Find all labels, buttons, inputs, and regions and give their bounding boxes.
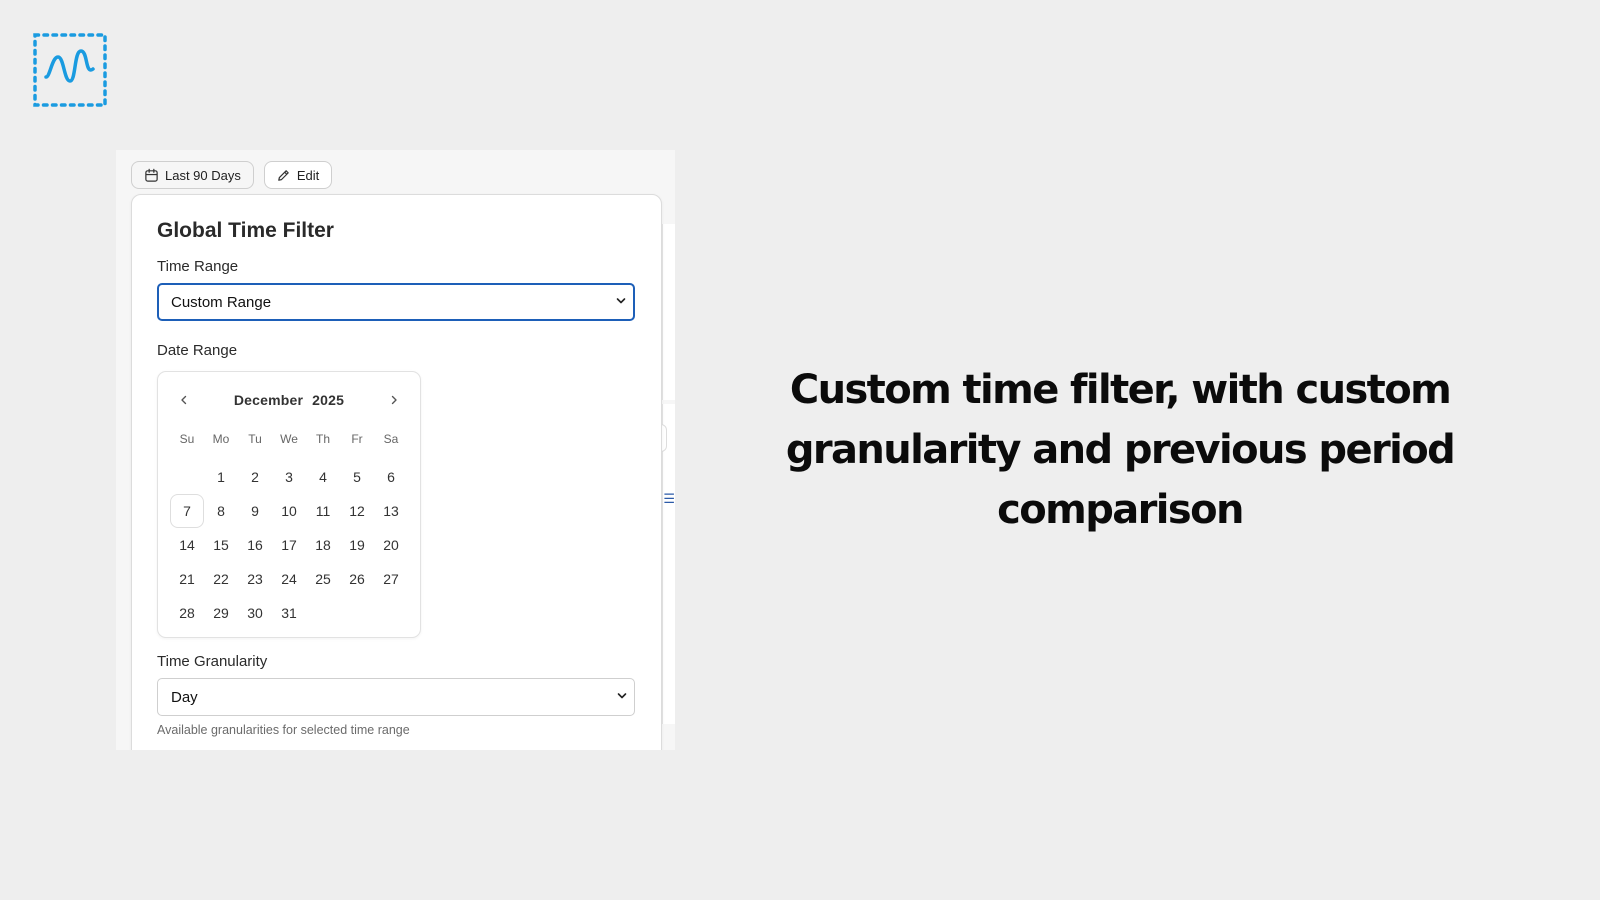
menu-lines-icon: ☰ — [663, 492, 675, 507]
time-range-label: Time Range — [157, 258, 239, 275]
calendar-day[interactable]: 30 — [238, 596, 272, 630]
headline-line: comparison — [997, 487, 1244, 533]
weekday-header: Fr — [351, 432, 363, 446]
calendar-day[interactable]: 10 — [272, 494, 306, 528]
time-granularity-label: Time Granularity — [157, 653, 268, 670]
calendar-day[interactable]: 11 — [306, 494, 340, 528]
weekday-header: Mo — [212, 432, 230, 446]
weekday-header: Tu — [248, 432, 262, 446]
global-time-filter-panel: Global Time Filter Time Range Custom Ran… — [131, 194, 662, 750]
calendar-day[interactable]: 28 — [170, 596, 204, 630]
calendar-day[interactable]: 19 — [340, 528, 374, 562]
calendar-day[interactable]: 24 — [272, 562, 306, 596]
calendar-day[interactable]: 14 — [170, 528, 204, 562]
calendar-day-today[interactable]: 7 — [170, 494, 204, 528]
time-granularity-select[interactable]: Day — [157, 678, 635, 716]
calendar-day[interactable]: 9 — [238, 494, 272, 528]
date-range-label: Date Range — [157, 342, 238, 359]
calendar-grid: Su Mo Tu We Th Fr Sa 1 2 3 4 5 6 7 8 9 10 11 12 13 14 15 16 17 1… — [170, 428, 408, 630]
calendar-day[interactable]: 17 — [272, 528, 306, 562]
calendar-icon — [144, 168, 159, 183]
next-month-button[interactable] — [384, 390, 404, 410]
filter-toolbar: Last 90 Days Edit — [131, 161, 333, 189]
headline: Custom time filter, with custom granular… — [780, 360, 1460, 540]
time-range-button-label: Last 90 Days — [165, 167, 241, 183]
calendar-day[interactable]: 25 — [306, 562, 340, 596]
chevron-down-icon — [616, 689, 628, 706]
calendar-header: December 2025 — [158, 390, 420, 410]
calendar-day[interactable]: 23 — [238, 562, 272, 596]
edit-button-label: Edit — [296, 167, 320, 183]
calendar-day[interactable]: 29 — [204, 596, 238, 630]
time-range-button[interactable]: Last 90 Days — [131, 161, 254, 189]
calendar-year: 2025 — [312, 392, 345, 408]
calendar-day[interactable]: 12 — [340, 494, 374, 528]
calendar-month-year: December 2025 — [158, 392, 420, 408]
calendar-day[interactable]: 18 — [306, 528, 340, 562]
calendar-day[interactable]: 2 — [238, 460, 272, 494]
chevron-right-icon — [391, 395, 397, 405]
calendar-day[interactable]: 4 — [306, 460, 340, 494]
edit-button[interactable]: Edit — [263, 161, 333, 189]
time-range-select[interactable]: Custom Range — [157, 283, 635, 321]
calendar-day[interactable]: 21 — [170, 562, 204, 596]
chevron-down-icon — [615, 294, 627, 311]
headline-line: Custom time filter, with custom — [789, 367, 1452, 413]
background-panel — [662, 224, 675, 400]
weekday-header: Th — [315, 432, 330, 446]
weekday-header: Su — [179, 432, 195, 446]
calendar-day[interactable]: 27 — [374, 562, 408, 596]
calendar-day[interactable]: 16 — [238, 528, 272, 562]
calendar-day[interactable]: 20 — [374, 528, 408, 562]
time-granularity-value: Day — [171, 688, 198, 706]
calendar-day[interactable]: 3 — [272, 460, 306, 494]
background-panel — [662, 404, 675, 724]
calendar-day[interactable]: 5 — [340, 460, 374, 494]
granularity-hint: Available granularities for selected tim… — [157, 723, 410, 737]
date-range-calendar: December 2025 Su Mo Tu We Th Fr Sa 1 2 3 4 5 6 7 8 9 10 11… — [157, 371, 421, 638]
calendar-day[interactable]: 31 — [272, 596, 306, 630]
calendar-month: December — [233, 392, 304, 408]
calendar-day[interactable]: 15 — [204, 528, 238, 562]
calendar-day[interactable]: 13 — [374, 494, 408, 528]
headline-line: granularity and previous period — [785, 427, 1456, 473]
calendar-day[interactable]: 26 — [340, 562, 374, 596]
calendar-day[interactable]: 8 — [204, 494, 238, 528]
pencil-icon — [276, 168, 291, 183]
app-screenshot: ☰ Last 90 Days Edit Global Time Filter T… — [116, 150, 675, 750]
weekday-header: Sa — [383, 432, 399, 446]
calendar-empty-cell — [170, 460, 204, 494]
brand-logo — [33, 33, 107, 107]
weekday-header: We — [280, 432, 298, 446]
logo-icon — [33, 33, 107, 107]
calendar-day[interactable]: 1 — [204, 460, 238, 494]
time-range-value: Custom Range — [171, 293, 272, 311]
calendar-day[interactable]: 22 — [204, 562, 238, 596]
panel-title: Global Time Filter — [157, 219, 334, 242]
calendar-day[interactable]: 6 — [374, 460, 408, 494]
